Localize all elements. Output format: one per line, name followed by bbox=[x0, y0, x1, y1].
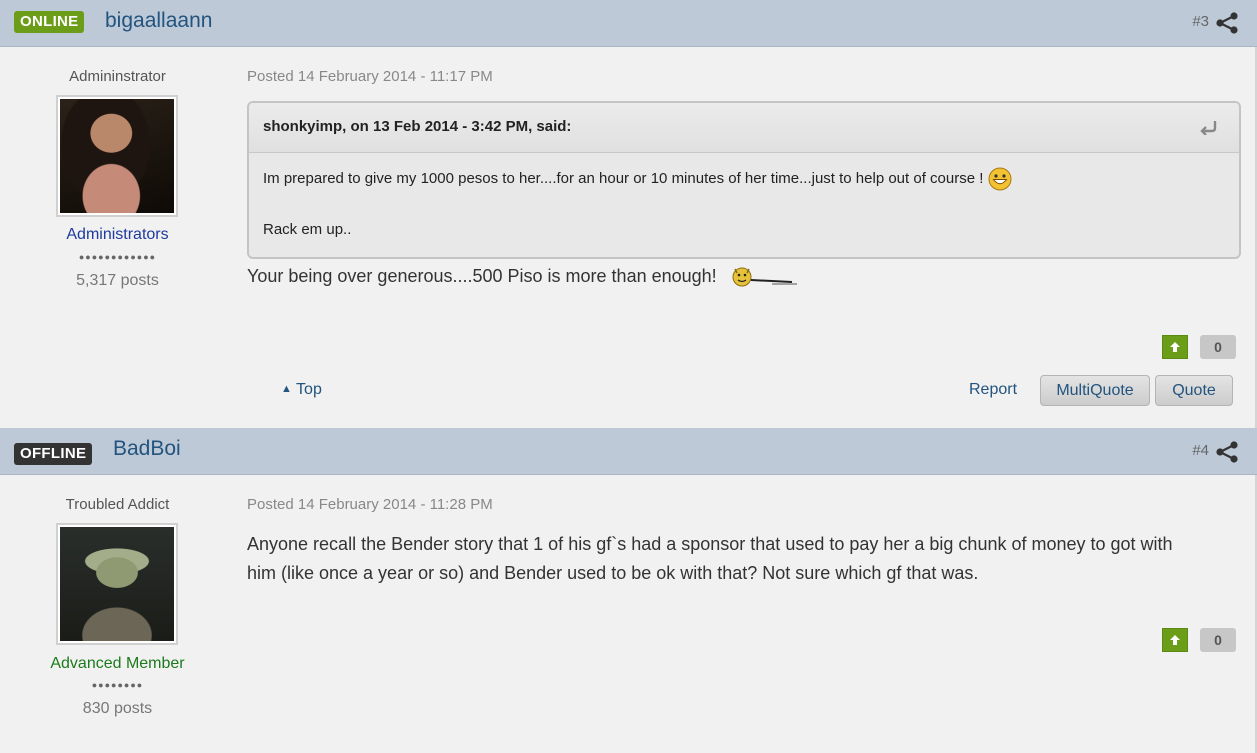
username-link[interactable]: BadBoi bbox=[113, 437, 181, 461]
post-header: ONLINE bigaallaann #3 bbox=[0, 0, 1257, 47]
post-number-link[interactable]: #4 bbox=[1192, 442, 1209, 459]
report-link[interactable]: Report bbox=[969, 381, 1017, 399]
post-text-line: him (like once a year or so) and Bender … bbox=[247, 563, 979, 583]
multiquote-button[interactable]: MultiQuote bbox=[1040, 375, 1150, 406]
reputation-count: 0 bbox=[1200, 628, 1236, 652]
top-link[interactable]: ▲ Top bbox=[281, 381, 322, 399]
posted-date: Posted 14 February 2014 - 11:28 PM bbox=[247, 496, 493, 513]
status-badge: OFFLINE bbox=[14, 443, 93, 465]
share-icon[interactable] bbox=[1215, 11, 1239, 35]
post-body: Troubled Addict Advanced Member ●●●●●●●●… bbox=[0, 475, 1257, 753]
post-text: Your being over generous....500 Piso is … bbox=[247, 262, 800, 291]
reputation-up-button[interactable] bbox=[1162, 335, 1188, 359]
arrow-up-icon bbox=[1170, 635, 1180, 645]
post-3: ONLINE bigaallaann #3 Admininstrator Adm… bbox=[0, 0, 1257, 428]
username-link[interactable]: bigaallaann bbox=[105, 9, 212, 33]
member-group: Administrators bbox=[66, 226, 169, 243]
post-text-content: Your being over generous....500 Piso is … bbox=[247, 266, 717, 286]
reputation-count: 0 bbox=[1200, 335, 1236, 359]
quote-button[interactable]: Quote bbox=[1155, 375, 1233, 406]
quote-block: shonkyimp, on 13 Feb 2014 - 3:42 PM, sai… bbox=[247, 101, 1241, 259]
post-header: OFFLINE BadBoi #4 bbox=[0, 428, 1257, 475]
return-arrow-icon[interactable] bbox=[1199, 119, 1219, 135]
top-link-label: Top bbox=[296, 381, 322, 398]
quote-citation-text: shonkyimp, on 13 Feb 2014 - 3:42 PM, sai… bbox=[263, 118, 572, 135]
grin-smiley-icon bbox=[988, 167, 1012, 191]
quote-citation: shonkyimp, on 13 Feb 2014 - 3:42 PM, sai… bbox=[249, 103, 1239, 153]
post-text: Anyone recall the Bender story that 1 of… bbox=[247, 530, 1173, 588]
rank-pips: ●●●●●●●●●●●● bbox=[78, 252, 157, 262]
avatar[interactable] bbox=[56, 95, 178, 217]
quote-line-text: Im prepared to give my 1000 pesos to her… bbox=[263, 169, 984, 187]
rank-pips: ●●●●●●●● bbox=[91, 680, 144, 690]
post-count: 830 posts bbox=[82, 700, 153, 717]
quote-line: Rack em up.. bbox=[263, 221, 352, 238]
avatar[interactable] bbox=[56, 523, 178, 645]
post-body: Admininstrator Administrators ●●●●●●●●●●… bbox=[0, 47, 1257, 428]
posted-date: Posted 14 February 2014 - 11:17 PM bbox=[247, 68, 493, 85]
post-number-link[interactable]: #3 bbox=[1192, 13, 1209, 30]
post-text-line: Anyone recall the Bender story that 1 of… bbox=[247, 534, 1173, 554]
member-group: Advanced Member bbox=[50, 655, 185, 672]
author-title: Admininstrator bbox=[69, 68, 166, 85]
status-badge: ONLINE bbox=[14, 11, 85, 33]
author-title: Troubled Addict bbox=[65, 496, 170, 513]
devil-smiley-icon bbox=[732, 267, 797, 287]
caret-up-icon: ▲ bbox=[281, 383, 292, 395]
reputation-up-button[interactable] bbox=[1162, 628, 1188, 652]
share-icon[interactable] bbox=[1215, 440, 1239, 464]
quote-line: Im prepared to give my 1000 pesos to her… bbox=[263, 167, 1012, 191]
post-count: 5,317 posts bbox=[76, 272, 159, 289]
arrow-up-icon bbox=[1170, 342, 1180, 352]
post-4: OFFLINE BadBoi #4 Troubled Addict Advanc… bbox=[0, 428, 1257, 753]
